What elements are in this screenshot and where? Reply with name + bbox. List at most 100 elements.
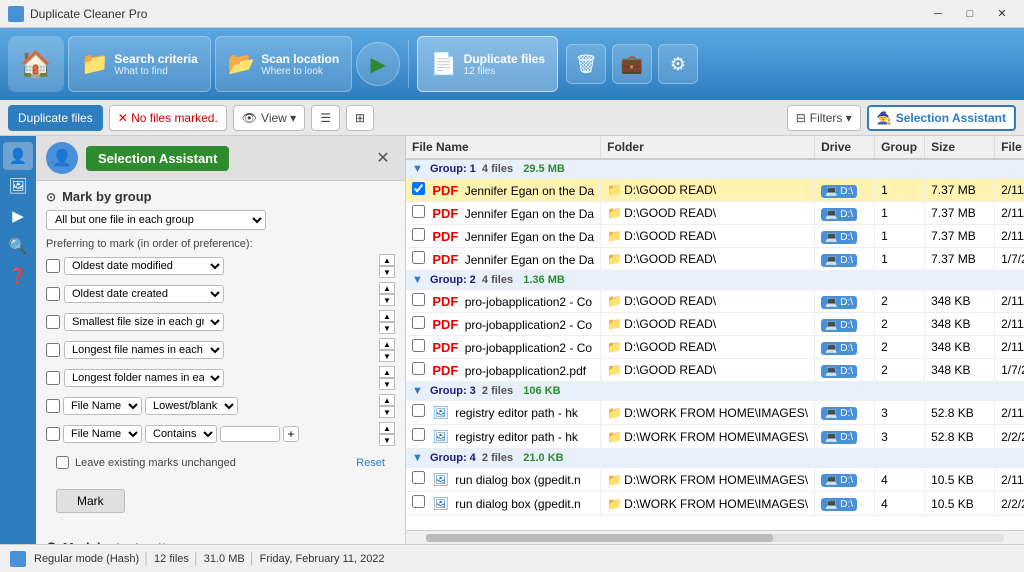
arrow-down-0[interactable]: ▼ [379,266,395,278]
file-checkbox[interactable] [412,362,425,375]
arrow-up-2[interactable]: ▲ [379,310,395,322]
pref-checkbox-fn2[interactable] [46,427,60,441]
file-table-container[interactable]: File Name Folder Drive Group Size File c… [406,136,1024,530]
arrow-down-fn2[interactable]: ▼ [379,434,395,446]
selection-assistant-button[interactable]: 🧙 Selection Assistant [867,105,1016,131]
pref-dropdown-2[interactable]: Smallest file size in each group [64,313,224,331]
pref-checkbox-3[interactable] [46,343,60,357]
scan-location-button[interactable]: 📂 Scan location Where to look [215,36,352,92]
arrow-up-0[interactable]: ▲ [379,254,395,266]
group-cell[interactable]: ▼ Group: 4 2 files 21.0 KB [406,449,1024,468]
file-checkbox[interactable] [412,228,425,241]
arrow-up-3[interactable]: ▲ [379,338,395,350]
scan-button[interactable]: ▶ [356,42,400,86]
list-view-button[interactable]: ☰ [311,105,340,131]
arrow-down-2[interactable]: ▼ [379,322,395,334]
arrow-up-4[interactable]: ▲ [379,366,395,378]
selection-assistant-title-btn[interactable]: Selection Assistant [86,146,229,171]
cell-group: 2 [875,290,925,313]
group-cell[interactable]: ▼ Group: 1 4 files 29.5 MB [406,159,1024,179]
file-checkbox[interactable] [412,205,425,218]
group-cell[interactable]: ▼ Group: 3 2 files 106 KB [406,382,1024,401]
pref-filename-col3[interactable]: File Name [63,425,142,443]
table-row[interactable]: PDF pro-jobapplication2 - Co 📁D:\GOOD RE… [406,290,1024,313]
duplicate-files-button[interactable]: 📄 Duplicate files 12 files [417,36,558,92]
reset-button[interactable]: Reset [356,457,385,469]
table-row[interactable]: 🖼 registry editor path - hk 📁D:\WORK FRO… [406,425,1024,449]
file-checkbox[interactable] [412,471,425,484]
col-header-created[interactable]: File created [995,136,1024,159]
search-criteria-button[interactable]: 📁 Search criteria What to find [68,36,211,92]
pref-dropdown-1[interactable]: Oldest date created [64,285,224,303]
arrow-down-1[interactable]: ▼ [379,294,395,306]
pref-filename-col2[interactable]: Lowest/blank [145,397,238,415]
collapse-text-toggle[interactable]: ⊙ [46,539,57,544]
file-checkbox[interactable] [412,495,425,508]
col-header-folder[interactable]: Folder [601,136,815,159]
table-row[interactable]: PDF Jennifer Egan on the Da 📁D:\GOOD REA… [406,179,1024,202]
grid-view-button[interactable]: ⊞ [346,105,374,131]
delete-button[interactable]: 🗑 [566,44,606,84]
file-checkbox[interactable] [412,428,425,441]
settings-button[interactable]: ⚙ [658,44,698,84]
file-checkbox[interactable] [412,251,425,264]
table-row[interactable]: PDF pro-jobapplication2 - Co 📁D:\GOOD RE… [406,336,1024,359]
table-row[interactable]: PDF Jennifer Egan on the Da 📁D:\GOOD REA… [406,202,1024,225]
col-header-filename[interactable]: File Name [406,136,601,159]
nav-people-icon[interactable]: 👤 [3,142,33,170]
close-panel-button[interactable]: ✕ [371,146,395,170]
arrow-up-fn1[interactable]: ▲ [379,394,395,406]
group-cell[interactable]: ▼ Group: 2 4 files 1.36 MB [406,271,1024,290]
table-row[interactable]: PDF pro-jobapplication2 - Co 📁D:\GOOD RE… [406,313,1024,336]
pref-checkbox-1[interactable] [46,287,60,301]
table-row[interactable]: 🖼 registry editor path - hk 📁D:\WORK FRO… [406,401,1024,425]
home-button[interactable]: 🏠 [8,36,64,92]
arrow-up-fn2[interactable]: ▲ [379,422,395,434]
nav-play-icon[interactable]: ▶ [3,202,33,230]
arrow-up-1[interactable]: ▲ [379,282,395,294]
file-checkbox[interactable] [412,182,425,195]
table-row[interactable]: PDF Jennifer Egan on the Da 📁D:\GOOD REA… [406,225,1024,248]
col-header-drive[interactable]: Drive [815,136,875,159]
arrow-down-fn1[interactable]: ▼ [379,406,395,418]
pref-filename-col1[interactable]: File Name [63,397,142,415]
col-header-group[interactable]: Group [875,136,925,159]
pref-checkbox-fn1[interactable] [46,399,60,413]
file-checkbox[interactable] [412,339,425,352]
mark-button[interactable]: Mark [56,489,125,513]
table-row[interactable]: 🖼 run dialog box (gpedit.n 📁D:\WORK FROM… [406,492,1024,516]
pref-dropdown-4[interactable]: Longest folder names in each group [64,369,224,387]
pref-filename-col4[interactable]: Contains [145,425,217,443]
leave-unchanged-checkbox[interactable] [56,456,69,469]
nav-image-icon[interactable]: 🖼 [3,172,33,200]
briefcase-button[interactable]: 💼 [612,44,652,84]
file-checkbox[interactable] [412,404,425,417]
arrow-down-3[interactable]: ▼ [379,350,395,362]
pref-checkbox-4[interactable] [46,371,60,385]
nav-help-icon[interactable]: ❓ [3,262,33,290]
pref-checkbox-2[interactable] [46,315,60,329]
add-condition-button[interactable]: + [283,426,299,442]
filters-button[interactable]: ⊟ Filters ▾ [787,105,861,131]
group-mode-dropdown[interactable]: All but one file in each group [46,210,266,230]
pref-dropdown-3[interactable]: Longest file names in each group [64,341,224,359]
view-button[interactable]: 👁 View ▾ [233,105,305,131]
pref-dropdown-0[interactable]: Oldest date modified [64,257,224,275]
duplicate-files-tab[interactable]: Duplicate files [8,105,103,131]
file-checkbox[interactable] [412,316,425,329]
close-button[interactable]: ✕ [988,4,1016,24]
maximize-button[interactable]: □ [956,4,984,24]
arrow-down-4[interactable]: ▼ [379,378,395,390]
pref-contains-input[interactable] [220,426,280,442]
pref-checkbox-0[interactable] [46,259,60,273]
nav-search-icon[interactable]: 🔍 [3,232,33,260]
table-row[interactable]: PDF Jennifer Egan on the Da 📁D:\GOOD REA… [406,248,1024,271]
minimize-button[interactable]: ─ [924,4,952,24]
cell-folder: 📁D:\WORK FROM HOME\IMAGES\ [601,468,815,492]
file-checkbox[interactable] [412,293,425,306]
table-row[interactable]: PDF pro-jobapplication2.pdf 📁D:\GOOD REA… [406,359,1024,382]
horizontal-scrollbar[interactable] [406,530,1024,544]
collapse-toggle[interactable]: ⊙ [46,190,56,204]
col-header-size[interactable]: Size [925,136,995,159]
table-row[interactable]: 🖼 run dialog box (gpedit.n 📁D:\WORK FROM… [406,468,1024,492]
